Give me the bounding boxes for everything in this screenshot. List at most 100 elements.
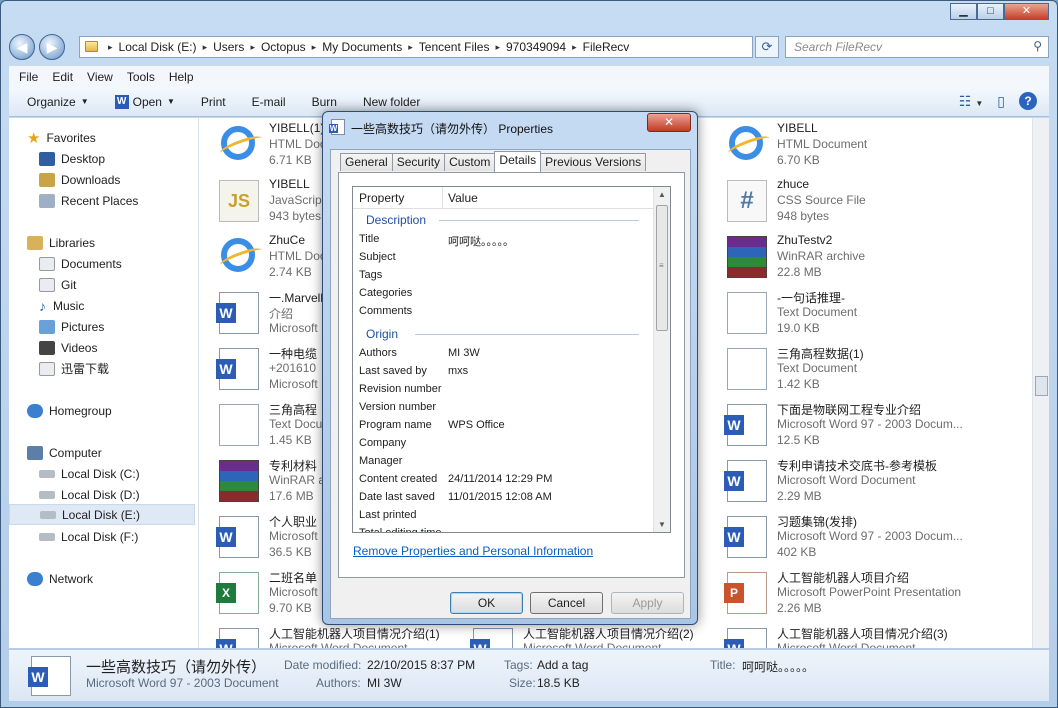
nav-desktop[interactable]: Desktop <box>39 148 105 169</box>
file-item[interactable]: YIBELL HTML Document 6.70 KB <box>707 118 957 172</box>
nav-disk-c[interactable]: Local Disk (C:) <box>39 463 140 484</box>
column-header-value[interactable]: Value <box>448 191 478 205</box>
file-item[interactable]: 专利申请技术交底书-参考模板Microsoft Word Document 2.2… <box>707 454 957 508</box>
maximize-button[interactable]: □ <box>977 3 1004 20</box>
menu-edit[interactable]: Edit <box>52 70 73 84</box>
property-value[interactable]: MI 3W <box>448 347 480 359</box>
nav-computer[interactable]: Computer <box>27 442 102 463</box>
nav-recent[interactable]: Recent Places <box>39 190 138 211</box>
property-name[interactable]: Last saved by <box>359 365 427 377</box>
details-tags-field[interactable]: Add a tag <box>537 658 588 672</box>
file-item[interactable]: 人工智能机器人项目介绍Microsoft PowerPoint Presenta… <box>707 566 961 620</box>
menu-view[interactable]: View <box>87 70 113 84</box>
burn-button[interactable]: Burn <box>312 95 337 109</box>
property-name[interactable]: Comments <box>359 305 412 317</box>
tab-custom[interactable]: Custom <box>444 153 496 171</box>
nav-videos[interactable]: Videos <box>39 337 97 358</box>
ok-button[interactable]: OK <box>450 592 523 614</box>
file-item[interactable]: 人工智能机器人项目情况介绍(3)Microsoft Word Document <box>707 622 957 648</box>
property-name[interactable]: Authors <box>359 347 397 359</box>
remove-properties-link[interactable]: Remove Properties and Personal Informati… <box>353 544 593 558</box>
file-item[interactable]: -一句话推理- Text Document 19.0 KB <box>707 286 957 340</box>
address-bar[interactable]: ▸ Local Disk (E:) ▸ Users ▸ Octopus ▸ My Docume… <box>79 36 753 58</box>
search-input[interactable]: Search FileRecv ⚲ <box>785 36 1049 58</box>
refresh-icon[interactable]: ⟳ <box>755 36 779 58</box>
minimize-button[interactable]: ▁ <box>950 3 977 20</box>
breadcrumb-separator-icon[interactable]: ▸ <box>312 42 317 53</box>
property-value[interactable]: 11/01/2015 12:08 AM <box>448 491 552 503</box>
property-name[interactable]: Categories <box>359 287 412 299</box>
property-value[interactable]: mxs <box>448 365 468 377</box>
tab-previous-versions[interactable]: Previous Versions <box>540 153 647 171</box>
menu-tools[interactable]: Tools <box>127 70 155 84</box>
nav-homegroup[interactable]: Homegroup <box>27 400 112 421</box>
nav-favorites[interactable]: ★ Favorites <box>27 127 96 148</box>
breadcrumb-item[interactable]: Octopus <box>261 40 306 54</box>
file-item[interactable]: 人工智能机器人项目情况介绍(2)Microsoft Word Document <box>453 622 703 648</box>
nav-git[interactable]: Git <box>39 274 76 295</box>
property-name[interactable]: Revision number <box>359 383 442 395</box>
property-name[interactable]: Date last saved <box>359 491 435 503</box>
property-value[interactable]: WPS Office <box>448 419 505 431</box>
organize-button[interactable]: Organize ▼ <box>27 95 89 109</box>
property-name[interactable]: Content created <box>359 473 437 485</box>
property-value[interactable]: 24/11/2014 12:29 PM <box>448 473 552 485</box>
scroll-up-icon[interactable]: ▲ <box>658 190 666 199</box>
back-arrow-icon[interactable]: ◀ <box>9 34 35 60</box>
nav-pictures[interactable]: Pictures <box>39 316 104 337</box>
file-item[interactable]: 下面是物联网工程专业介绍Microsoft Word 97 - 2003 Doc… <box>707 398 963 452</box>
menu-help[interactable]: Help <box>169 70 194 84</box>
file-item[interactable]: ZhuTestv2 WinRAR archive 22.8 MB <box>707 230 957 284</box>
breadcrumb-item[interactable]: FileRecv <box>583 40 630 54</box>
file-list-scrollbar[interactable] <box>1032 118 1049 648</box>
close-button[interactable]: ✕ <box>1004 3 1049 20</box>
property-name[interactable]: Program name <box>359 419 432 431</box>
tab-details[interactable]: Details <box>494 151 542 172</box>
property-name[interactable]: Subject <box>359 251 396 263</box>
nav-disk-e[interactable]: Local Disk (E:) <box>9 504 195 525</box>
help-icon[interactable]: ? <box>1019 92 1037 110</box>
breadcrumb-separator-icon[interactable]: ▸ <box>250 42 255 53</box>
breadcrumb-item[interactable]: Tencent Files <box>419 40 490 54</box>
breadcrumb-item[interactable]: Users <box>213 40 244 54</box>
file-item[interactable]: 习题集锦(发排)Microsoft Word 97 - 2003 Docum..… <box>707 510 963 564</box>
nav-music[interactable]: ♪ Music <box>39 295 84 316</box>
email-button[interactable]: E-mail <box>252 95 286 109</box>
breadcrumb-separator-icon[interactable]: ▸ <box>495 42 500 53</box>
breadcrumb-item[interactable]: Local Disk (E:) <box>119 40 197 54</box>
breadcrumb-separator-icon[interactable]: ▸ <box>108 42 113 53</box>
menu-file[interactable]: File <box>19 70 38 84</box>
breadcrumb-item[interactable]: 970349094 <box>506 40 566 54</box>
tab-security[interactable]: Security <box>391 153 446 171</box>
column-header-property[interactable]: Property <box>359 191 404 205</box>
dialog-close-button[interactable]: ✕ <box>647 113 691 132</box>
scroll-down-icon[interactable]: ▼ <box>658 520 666 529</box>
property-name[interactable]: Tags <box>359 269 382 281</box>
open-button[interactable]: W Open ▼ <box>114 94 175 109</box>
file-item[interactable]: 三角高程数据(1) Text Document 1.42 KB <box>707 342 957 396</box>
forward-arrow-icon[interactable]: ▶ <box>39 34 65 60</box>
property-group-header[interactable]: Description <box>366 213 426 227</box>
property-name[interactable]: Manager <box>359 455 402 467</box>
nav-network[interactable]: Network <box>27 568 93 589</box>
nav-disk-f[interactable]: Local Disk (F:) <box>39 526 138 547</box>
property-value[interactable]: 呵呵哒。。。。。 <box>448 233 514 249</box>
property-name[interactable]: Total editing time <box>359 527 442 532</box>
property-list-scrollbar[interactable]: ▲ ≡ ▼ <box>653 187 670 532</box>
apply-button[interactable]: Apply <box>611 592 684 614</box>
new-folder-button[interactable]: New folder <box>363 95 420 109</box>
property-name[interactable]: Company <box>359 437 406 449</box>
file-item[interactable]: 人工智能机器人项目情况介绍(1)Microsoft Word Document <box>199 622 449 648</box>
nav-disk-d[interactable]: Local Disk (D:) <box>39 484 140 505</box>
details-authors[interactable]: MI 3W <box>367 676 402 690</box>
view-options-icon[interactable]: ☷ ▼ <box>959 93 983 110</box>
nav-downloads[interactable]: Downloads <box>39 169 120 190</box>
tab-general[interactable]: General <box>340 153 393 171</box>
cancel-button[interactable]: Cancel <box>530 592 603 614</box>
nav-libraries[interactable]: Libraries <box>27 232 95 253</box>
print-button[interactable]: Print <box>201 95 226 109</box>
nav-thunder[interactable]: 迅雷下载 <box>39 358 109 379</box>
breadcrumb-item[interactable]: My Documents <box>322 40 402 54</box>
property-name[interactable]: Title <box>359 233 379 245</box>
preview-pane-icon[interactable]: ▯ <box>997 93 1005 110</box>
